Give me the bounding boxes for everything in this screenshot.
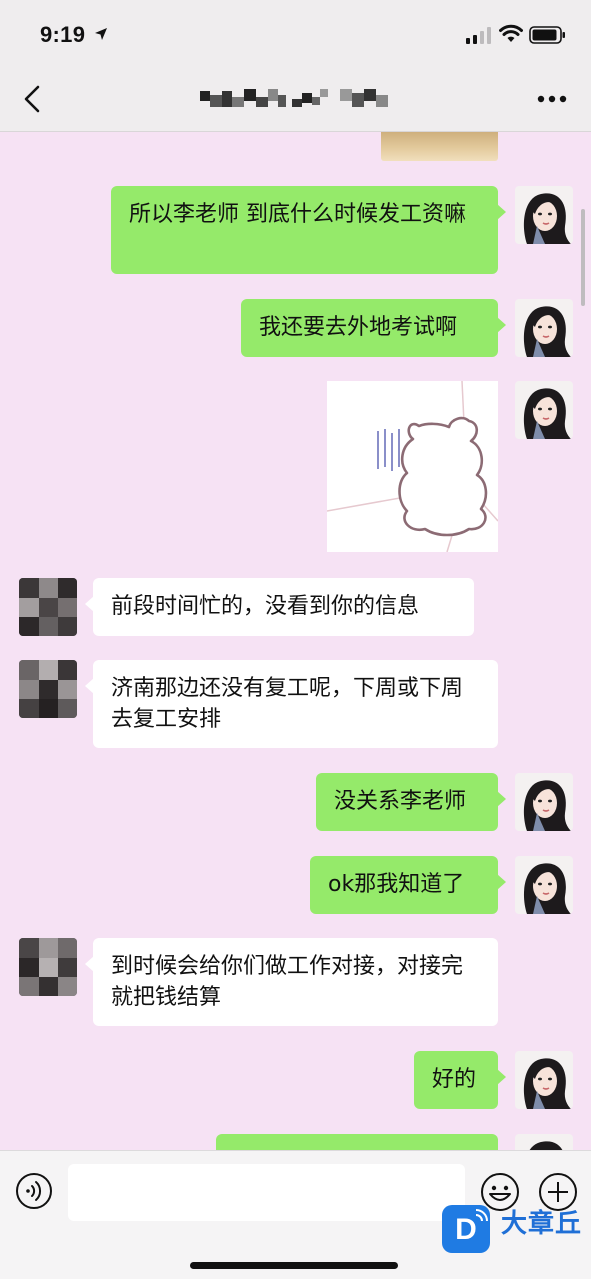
bear-outline-sticker[interactable]: [326, 380, 499, 553]
back-chevron-icon[interactable]: [18, 84, 46, 114]
status-time: 9:19: [40, 22, 86, 47]
cellular-signal-icon: [466, 27, 491, 44]
location-arrow-icon: [95, 28, 107, 40]
obscured-chat-title: [200, 89, 388, 107]
my-avatar[interactable]: [515, 1134, 573, 1150]
nav-header: 9:19: [0, 0, 591, 132]
watermark-text: 大章丘: [501, 1209, 583, 1239]
received-message-bubble[interactable]: 到时候会给你们做工作对接，对接完就把钱结算: [85, 938, 498, 1026]
sent-message-bubble[interactable]: 所以李老师 到底什么时候发工资嘛: [111, 186, 506, 274]
wifi-icon: [499, 24, 523, 42]
battery-icon: [529, 26, 565, 44]
received-message-bubble[interactable]: 济南那边还没有复工呢，下周或下周去复工安排: [85, 660, 498, 748]
watermark-logo-letter: D: [455, 1213, 477, 1246]
my-avatar[interactable]: [515, 773, 573, 831]
my-avatar[interactable]: [515, 1051, 573, 1109]
sent-message-bubble[interactable]: ok那我知道了: [310, 856, 506, 914]
my-avatar[interactable]: [515, 186, 573, 244]
voice-input-icon[interactable]: [15, 1172, 53, 1210]
sent-message-bubble[interactable]: 没关系李老师: [316, 773, 506, 831]
my-avatar[interactable]: [515, 856, 573, 914]
more-dots-icon[interactable]: [536, 93, 568, 105]
watermark-logo: D: [442, 1205, 490, 1253]
received-message-bubble[interactable]: 前段时间忙的，没看到你的信息: [85, 578, 474, 636]
sent-message-bubble[interactable]: 我还要去外地考试啊: [241, 299, 506, 357]
contact-avatar-obscured[interactable]: [19, 938, 77, 996]
chat-message-list[interactable]: 所以李老师 到底什么时候发工资嘛 我还要去外地考试啊 前段时间忙的，没看到你的信…: [0, 132, 591, 1150]
contact-avatar-obscured[interactable]: [19, 660, 77, 718]
message-input[interactable]: [68, 1164, 465, 1221]
sent-message-bubble[interactable]: 好的: [414, 1051, 506, 1109]
my-avatar[interactable]: [515, 299, 573, 357]
sent-message-bubble-partial[interactable]: [216, 1134, 498, 1150]
home-indicator[interactable]: [190, 1262, 398, 1269]
image-message-partial[interactable]: [381, 132, 498, 161]
my-avatar[interactable]: [515, 381, 573, 439]
contact-avatar-obscured[interactable]: [19, 578, 77, 636]
chat-scrollbar[interactable]: [581, 209, 585, 306]
